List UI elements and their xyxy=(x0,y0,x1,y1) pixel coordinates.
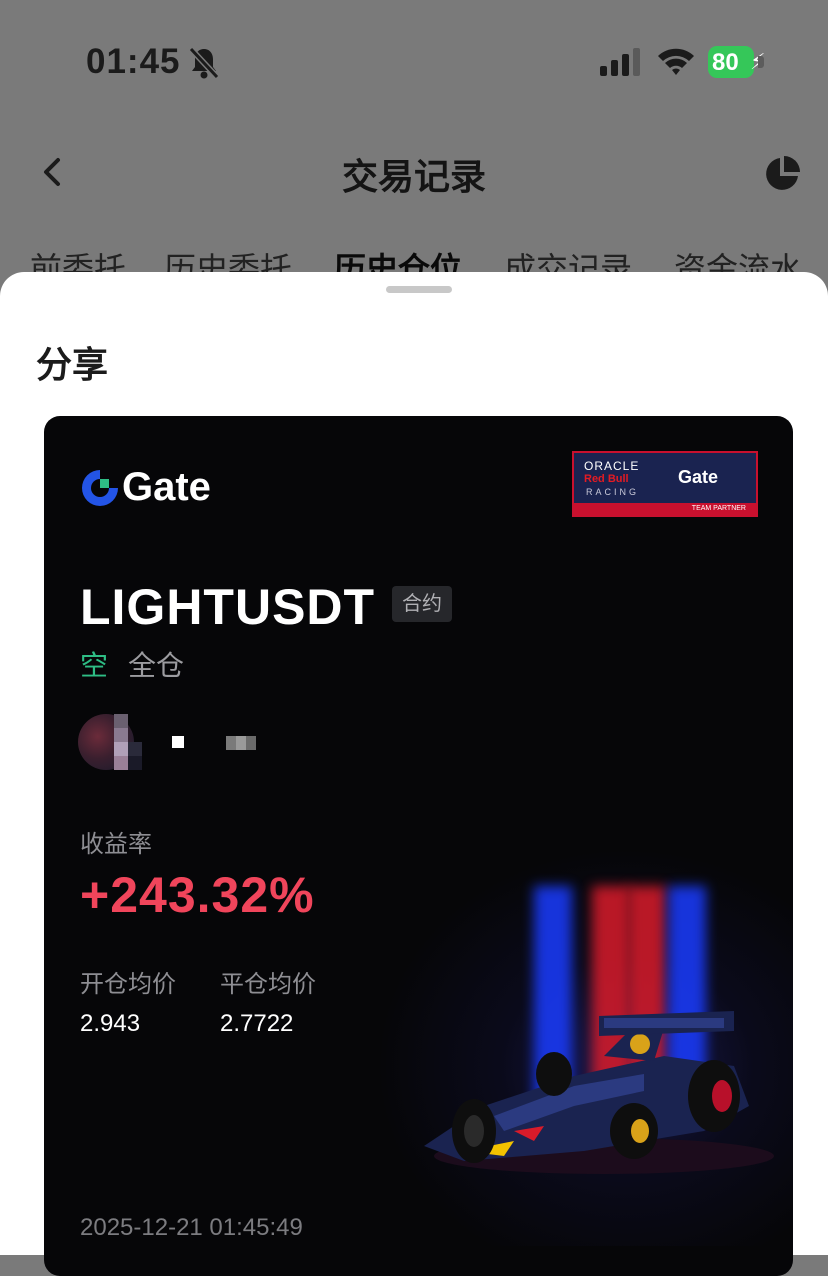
share-timestamp: 2025-12-21 01:45:49 xyxy=(80,1214,303,1241)
pie-chart-icon[interactable] xyxy=(762,154,802,194)
battery-indicator: 80 ⚡ xyxy=(708,46,766,78)
signal-icon xyxy=(600,48,640,76)
open-price-label: 开仓均价 xyxy=(80,971,176,998)
gate-logo: Gate xyxy=(80,465,250,509)
sheet-title: 分享 xyxy=(36,344,109,385)
status-bar: 01:45 80 ⚡ xyxy=(0,0,828,120)
username-redacted-2 xyxy=(226,736,256,750)
close-price-value: 2.7722 xyxy=(220,1010,294,1037)
share-sheet: 分享 Gate ORACLE Red Bull RACING Gate TEAM… xyxy=(0,272,828,1276)
gate-logo-text: Gate xyxy=(122,465,211,509)
return-rate-label: 收益率 xyxy=(80,831,152,858)
wifi-icon xyxy=(658,48,694,75)
partner-gate: Gate xyxy=(678,467,719,487)
partner-oracle: ORACLE xyxy=(584,459,640,473)
partner-badge: ORACLE Red Bull RACING Gate TEAM PARTNER xyxy=(572,451,758,517)
share-card: Gate ORACLE Red Bull RACING Gate TEAM PA… xyxy=(44,416,793,1276)
sheet-drag-handle[interactable] xyxy=(386,286,452,293)
race-car-illustration xyxy=(424,1011,774,1174)
contract-tag: 合约 xyxy=(392,586,452,622)
battery-level: 80 xyxy=(712,49,739,76)
partner-redbull: Red Bull xyxy=(584,473,629,485)
open-price-value: 2.943 xyxy=(80,1010,141,1037)
battery-cap xyxy=(758,56,764,68)
page-title: 交易记录 xyxy=(341,156,486,197)
partner-team: TEAM PARTNER xyxy=(574,503,756,515)
username-redacted xyxy=(114,714,214,770)
position-side: 空 xyxy=(80,650,109,681)
close-price-label: 平仓均价 xyxy=(220,971,316,998)
trading-pair: LIGHTUSDT xyxy=(80,579,376,635)
bell-slash-icon xyxy=(188,46,220,80)
margin-mode: 全仓 xyxy=(128,650,185,681)
status-time: 01:45 xyxy=(86,42,181,81)
return-rate-value: +243.32% xyxy=(80,867,315,923)
gate-logo-icon xyxy=(82,470,118,506)
partner-racing: RACING xyxy=(586,487,640,497)
